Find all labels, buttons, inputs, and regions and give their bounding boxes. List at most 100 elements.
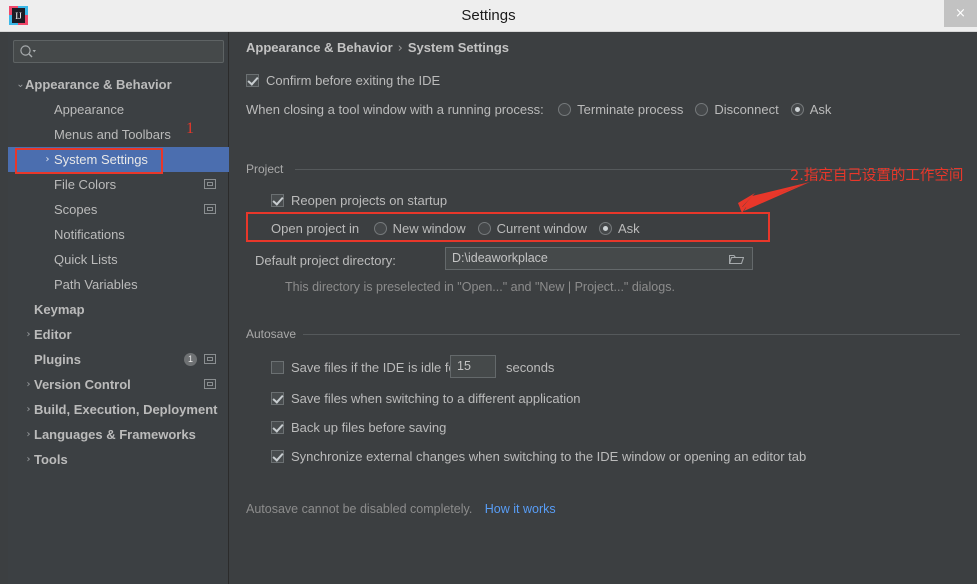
idle-autosave-row[interactable]: Save files if the IDE is idle for bbox=[271, 359, 460, 377]
radio-ask-openproject-label: Ask bbox=[617, 221, 640, 236]
confirm-exit-checkbox[interactable] bbox=[246, 74, 259, 87]
radio-ask-toolwindow[interactable]: Ask bbox=[790, 101, 831, 119]
settings-dialog: IJ Settings × ⌄ Appearance & Behavior Appe… bbox=[0, 0, 977, 584]
closing-tool-window-radio-group: Terminate process Disconnect Ask bbox=[558, 101, 843, 119]
idle-seconds-value: 15 bbox=[457, 359, 471, 373]
sidebar-item-label: Languages & Frameworks bbox=[34, 427, 196, 442]
sidebar-item-label: Notifications bbox=[54, 227, 125, 242]
sidebar-item-system-settings[interactable]: › System Settings bbox=[8, 147, 229, 172]
search-box[interactable] bbox=[13, 40, 224, 64]
autosave-footer: Autosave cannot be disabled completely. … bbox=[246, 500, 556, 518]
sidebar-item-label: Path Variables bbox=[54, 277, 138, 292]
radio-terminate-process-label: Terminate process bbox=[577, 102, 684, 117]
annotation-marker-1: 1 bbox=[186, 120, 194, 137]
radio-terminate-process-dot[interactable] bbox=[558, 103, 572, 116]
backup-files-row[interactable]: Back up files before saving bbox=[271, 419, 446, 437]
reopen-projects-checkbox[interactable] bbox=[271, 194, 284, 207]
idle-seconds-input[interactable]: 15 bbox=[450, 355, 496, 378]
how-it-works-link[interactable]: How it works bbox=[485, 502, 556, 516]
open-project-in-label: Open project in bbox=[271, 221, 360, 236]
reopen-projects-label: Reopen projects on startup bbox=[291, 193, 448, 208]
sidebar-item-label: Quick Lists bbox=[54, 252, 118, 267]
sidebar-item-version-control[interactable]: › Version Control bbox=[8, 372, 229, 397]
sync-external-row[interactable]: Synchronize external changes when switch… bbox=[271, 448, 806, 466]
search-icon bbox=[20, 45, 36, 58]
radio-current-window-label: Current window bbox=[496, 221, 587, 236]
sidebar-item-notifications[interactable]: Notifications bbox=[8, 222, 229, 247]
search-input[interactable] bbox=[40, 41, 224, 64]
radio-current-window-dot[interactable] bbox=[477, 222, 491, 235]
radio-ask-openproject[interactable]: Ask bbox=[598, 220, 640, 238]
default-project-directory-label-wrap: Default project directory: bbox=[255, 252, 396, 270]
sidebar-item-scopes[interactable]: Scopes bbox=[8, 197, 229, 222]
radio-terminate-process[interactable]: Terminate process bbox=[558, 101, 683, 119]
radio-disconnect-label: Disconnect bbox=[714, 102, 779, 117]
settings-sidebar: ⌄ Appearance & Behavior Appearance Menus an… bbox=[8, 32, 229, 584]
save-on-switch-checkbox[interactable] bbox=[271, 392, 284, 405]
sidebar-item-plugins[interactable]: Plugins 1 bbox=[8, 347, 229, 372]
sync-external-checkbox[interactable] bbox=[271, 450, 284, 463]
default-project-directory-hint-wrap: This directory is preselected in "Open..… bbox=[285, 278, 675, 296]
chevron-right-icon[interactable]: › bbox=[41, 147, 54, 172]
save-on-switch-row[interactable]: Save files when switching to a different… bbox=[271, 390, 581, 408]
default-project-directory-label: Default project directory: bbox=[255, 253, 396, 268]
close-button[interactable]: × bbox=[944, 0, 977, 27]
sidebar-item-quick-lists[interactable]: Quick Lists bbox=[8, 247, 229, 272]
sidebar-item-label: Appearance & Behavior bbox=[25, 77, 172, 92]
radio-disconnect[interactable]: Disconnect bbox=[695, 101, 779, 119]
radio-new-window-label: New window bbox=[392, 221, 466, 236]
sidebar-item-label: Scopes bbox=[54, 202, 98, 217]
sidebar-item-label: Tools bbox=[34, 452, 68, 467]
radio-disconnect-dot[interactable] bbox=[695, 103, 709, 116]
breadcrumb-root[interactable]: Appearance & Behavior bbox=[246, 40, 393, 55]
sidebar-item-editor[interactable]: › Editor bbox=[8, 322, 229, 347]
sidebar-item-menus-and-toolbars[interactable]: Menus and Toolbars bbox=[8, 122, 229, 147]
sync-external-label: Synchronize external changes when switch… bbox=[291, 449, 807, 464]
radio-ask-toolwindow-dot[interactable] bbox=[790, 103, 804, 116]
window-title: Settings bbox=[461, 7, 516, 24]
idle-seconds-unit-wrap: seconds bbox=[506, 359, 554, 377]
sidebar-item-label: Appearance bbox=[54, 102, 125, 117]
closing-tool-window-label: When closing a tool window with a runnin… bbox=[246, 102, 544, 117]
window-icon[interactable] bbox=[204, 204, 216, 214]
idle-autosave-checkbox[interactable] bbox=[271, 361, 284, 374]
backup-files-label: Back up files before saving bbox=[291, 420, 447, 435]
save-on-switch-label: Save files when switching to a different… bbox=[291, 391, 581, 406]
sidebar-item-tools[interactable]: › Tools bbox=[8, 447, 229, 472]
sidebar-item-appearance[interactable]: Appearance bbox=[8, 97, 229, 122]
settings-tree: ⌄ Appearance & Behavior Appearance Menus an… bbox=[8, 72, 229, 472]
radio-ask-openproject-dot[interactable] bbox=[598, 222, 612, 235]
closing-tool-window-row: When closing a tool window with a runnin… bbox=[246, 101, 843, 119]
title-bar: IJ Settings × bbox=[0, 0, 977, 32]
radio-new-window-dot[interactable] bbox=[373, 222, 387, 235]
sidebar-item-label: Version Control bbox=[34, 377, 131, 392]
folder-icon[interactable] bbox=[729, 254, 744, 265]
sidebar-item-label: Menus and Toolbars bbox=[54, 127, 171, 142]
backup-files-checkbox[interactable] bbox=[271, 421, 284, 434]
sidebar-item-path-variables[interactable]: Path Variables bbox=[8, 272, 229, 297]
open-project-in-radio-group: New window Current window Ask bbox=[373, 220, 652, 238]
sidebar-item-label: Plugins bbox=[34, 352, 81, 367]
settings-main-panel: Appearance & Behavior › System Settings Co… bbox=[229, 32, 977, 584]
confirm-exit-row[interactable]: Confirm before exiting the IDE bbox=[246, 72, 440, 90]
sidebar-item-keymap[interactable]: Keymap bbox=[8, 297, 229, 322]
sidebar-item-badge: 1 bbox=[184, 353, 197, 366]
window-icon[interactable] bbox=[204, 379, 216, 389]
window-icon[interactable] bbox=[204, 354, 216, 364]
sidebar-item-file-colors[interactable]: File Colors bbox=[8, 172, 229, 197]
sidebar-item-label: Build, Execution, Deployment bbox=[34, 402, 218, 417]
sidebar-item-label: File Colors bbox=[54, 177, 117, 192]
sidebar-item-label: Editor bbox=[34, 327, 72, 342]
reopen-projects-row[interactable]: Reopen projects on startup bbox=[271, 192, 447, 210]
sidebar-item-languages-frameworks[interactable]: › Languages & Frameworks bbox=[8, 422, 229, 447]
radio-current-window[interactable]: Current window bbox=[477, 220, 587, 238]
radio-new-window[interactable]: New window bbox=[373, 220, 466, 238]
sidebar-item-appearance-behavior[interactable]: ⌄ Appearance & Behavior bbox=[8, 72, 229, 97]
autosave-group-title: Autosave bbox=[246, 327, 297, 341]
breadcrumb: Appearance & Behavior › System Settings bbox=[246, 40, 509, 56]
confirm-exit-label: Confirm before exiting the IDE bbox=[266, 73, 441, 88]
window-icon[interactable] bbox=[204, 179, 216, 189]
autosave-footer-note: Autosave cannot be disabled completely. bbox=[246, 502, 473, 516]
sidebar-item-build-execution-deployment[interactable]: › Build, Execution, Deployment bbox=[8, 397, 229, 422]
default-project-directory-input[interactable]: D:\ideaworkplace bbox=[445, 247, 753, 270]
